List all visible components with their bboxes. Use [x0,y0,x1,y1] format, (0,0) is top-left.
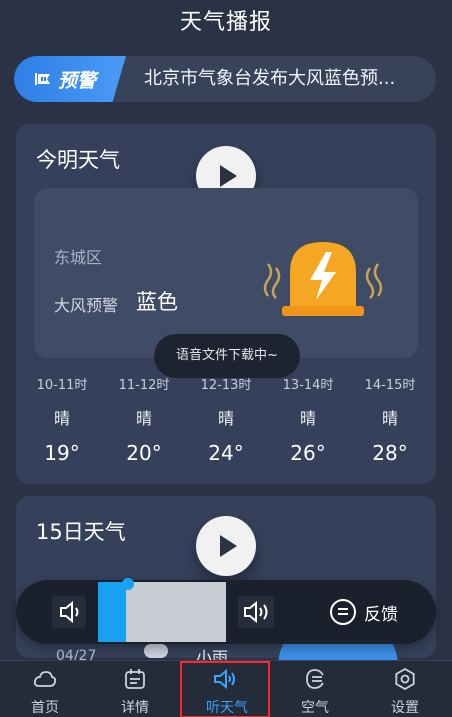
hour-condition: 晴 [135,409,152,428]
page-title: 天气播报 [179,10,272,35]
hour-time: 14-15时 [364,378,416,393]
play-icon [220,165,237,187]
hour-column: 10-11时 晴 19° [20,374,104,465]
hour-time: 10-11时 [36,378,88,393]
today-card-title: 今明天气 [36,148,120,172]
warning-type-label: 大风预警 [54,296,119,315]
hour-column: 13-14时 晴 26° [266,374,350,465]
calendar-icon [125,669,145,689]
play-fifteen-day-button[interactable] [196,516,256,576]
app-header: 天气播报 [0,0,452,46]
hourly-forecast: 10-11时 晴 19° 11-12时 晴 20° 12-13时 晴 24° 1… [16,374,436,474]
tab-label: 空气 [301,700,329,716]
hour-temp: 26° [290,441,326,465]
hour-condition: 晴 [381,409,398,428]
play-icon [220,535,237,557]
tab-details[interactable]: 详情 [90,661,180,717]
tab-listen-weather[interactable]: 听天气 [180,661,270,717]
warning-panel: 东城区 大风预警 蓝色 [34,188,418,358]
fifteen-day-title: 15日天气 [36,520,126,544]
tab-air[interactable]: 空气 [270,661,360,717]
hour-condition: 晴 [53,409,70,428]
bottom-tab-bar: 首页 详情 听天气 空气 设置 [0,660,452,717]
download-toast: 语音文件下载中~ [154,334,300,378]
hour-temp: 28° [372,441,408,465]
hour-condition: 晴 [299,409,316,428]
progress-fill [98,582,126,642]
volume-up-button[interactable] [238,596,274,628]
district-label: 东城区 [54,248,103,267]
volume-down-button[interactable] [52,596,86,628]
hour-column: 12-13时 晴 24° [184,374,268,465]
warning-level: 蓝色 [136,290,178,314]
warning-badge: 预警 [14,56,126,102]
speaker-loud-icon [244,600,268,624]
speaker-icon [60,600,79,624]
gear-icon [395,667,415,691]
tab-label: 首页 [31,700,59,716]
feedback-button[interactable]: 反馈 [330,580,398,644]
warning-badge-label: 预警 [58,69,97,92]
tab-label: 设置 [391,700,419,716]
feedback-label: 反馈 [364,604,398,625]
chat-icon [330,599,356,625]
audio-player: 反馈 [16,578,436,644]
hour-column: 14-15时 晴 28° [348,374,432,465]
warning-banner[interactable]: 预警 北京市气象台发布大风蓝色预... [14,56,436,102]
hour-temp: 19° [44,441,80,465]
warning-text[interactable]: 北京市气象台发布大风蓝色预... [144,56,395,102]
alert-flag-icon [35,73,50,85]
tab-label: 听天气 [206,700,248,716]
tab-settings[interactable]: 设置 [360,661,450,717]
tab-home[interactable]: 首页 [0,661,90,717]
alarm-bell-icon [263,242,383,316]
cloud-icon [33,671,57,687]
hour-condition: 晴 [217,409,234,428]
speaker-icon [214,668,235,690]
cloud-icon [144,644,168,658]
hour-column: 11-12时 晴 20° [102,374,186,465]
progress-thumb[interactable] [122,578,134,590]
tab-label: 详情 [121,700,149,716]
hour-temp: 24° [208,441,244,465]
air-icon [306,669,324,689]
today-weather-card: 今明天气 东城区 大风预警 蓝色 10-11时 晴 19° 11-12时 晴 2… [16,124,436,484]
hour-temp: 20° [126,441,162,465]
